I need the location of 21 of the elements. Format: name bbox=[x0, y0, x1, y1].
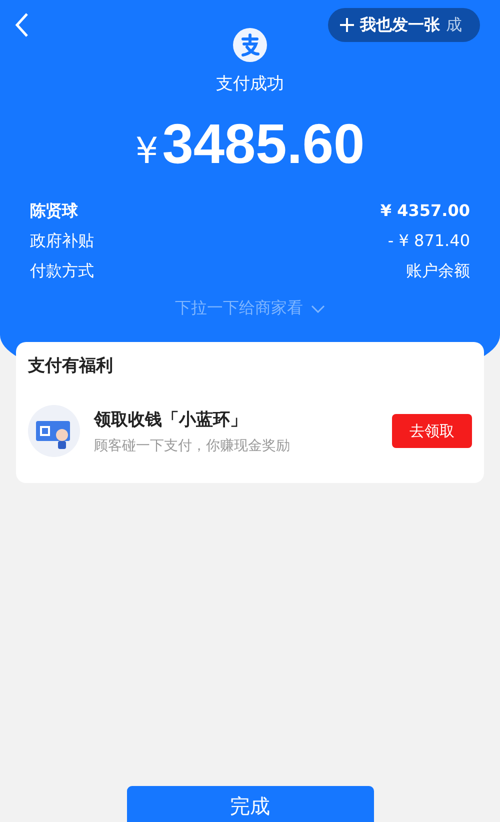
item-subtitle: 顾客碰一下支付，你赚现金奖励 bbox=[94, 436, 291, 454]
card-title: 支付有福利 bbox=[28, 355, 114, 377]
detail-value: - ¥ 871.40 bbox=[388, 230, 470, 252]
pull-hint: 下拉一下给商家看 bbox=[175, 298, 303, 319]
detail-label: 付款方式 bbox=[30, 260, 94, 282]
share-button[interactable]: 我也发一张 成 bbox=[328, 8, 480, 42]
detail-label: 政府补贴 bbox=[30, 230, 94, 252]
detail-label: 陈贤球 bbox=[30, 200, 78, 222]
chevron-down-icon bbox=[311, 304, 325, 312]
item-title: 领取收钱「小蓝环」 bbox=[94, 408, 248, 430]
status-text: 支付成功 bbox=[216, 73, 284, 95]
done-button[interactable]: 完成 bbox=[126, 786, 374, 822]
currency-symbol: ¥ bbox=[135, 131, 158, 172]
claim-button[interactable]: 去领取 bbox=[392, 414, 472, 448]
detail-value: 账户余额 bbox=[406, 260, 470, 282]
detail-value: ¥ 4357.00 bbox=[380, 200, 470, 222]
payment-logo-icon bbox=[233, 28, 267, 62]
back-icon[interactable] bbox=[14, 12, 30, 38]
amount-text: 3485.60 bbox=[162, 111, 365, 176]
plus-icon bbox=[340, 18, 354, 32]
card-reader-icon bbox=[28, 405, 80, 457]
